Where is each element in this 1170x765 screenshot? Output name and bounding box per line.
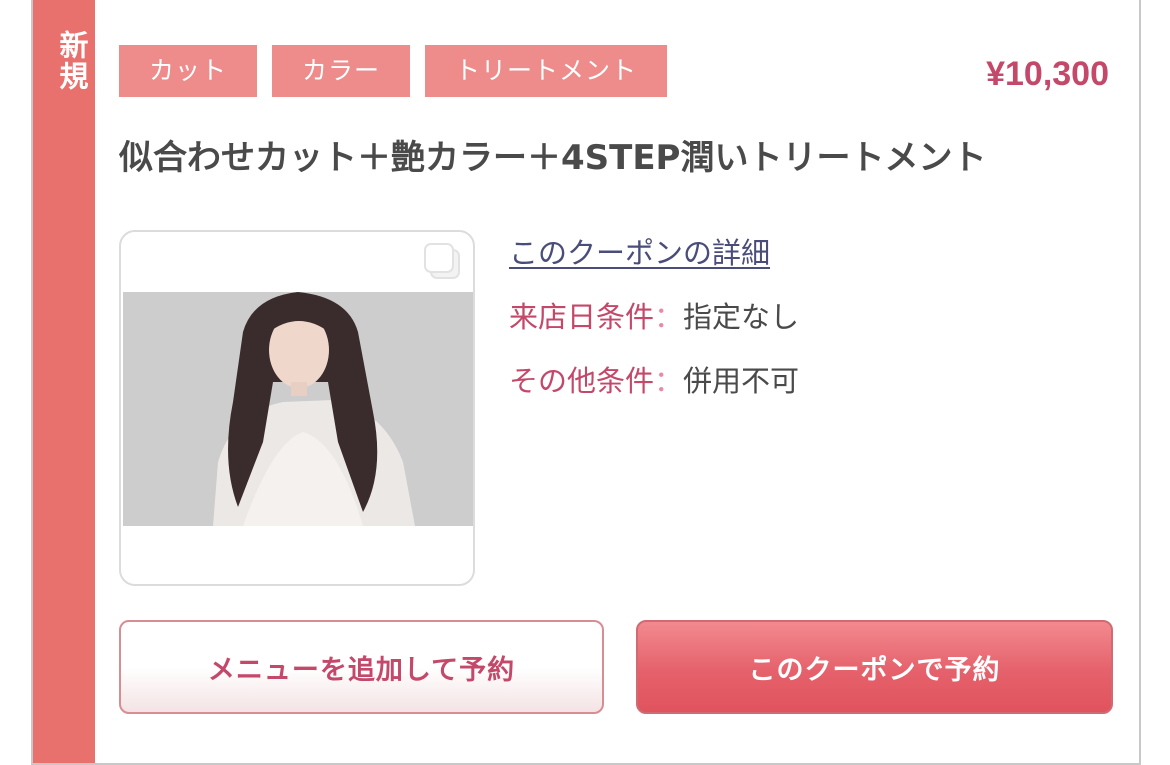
- coupon-title: 似合わせカット＋艶カラー＋4STEP潤いトリートメント: [119, 138, 987, 178]
- hairstyle-photo: [123, 292, 473, 526]
- new-badge-label: 新規: [55, 30, 89, 92]
- condition-separator: ：: [654, 364, 684, 398]
- tag-cut: カット: [119, 45, 258, 97]
- condition-value: 併用不可: [683, 364, 800, 398]
- condition-other: その他条件：併用不可: [509, 358, 799, 400]
- condition-separator: ：: [654, 300, 684, 334]
- coupon-detail-link[interactable]: このクーポンの詳細: [509, 230, 799, 272]
- tag-color: カラー: [272, 45, 411, 97]
- reserve-with-coupon-button[interactable]: このクーポンで予約: [636, 620, 1113, 714]
- condition-label: その他条件: [509, 364, 655, 398]
- coupon-photo[interactable]: [119, 230, 475, 586]
- add-menu-reserve-button[interactable]: メニューを追加して予約: [119, 620, 604, 714]
- condition-visit-date: 来店日条件：指定なし: [509, 294, 799, 336]
- tag-treatment: トリートメント: [425, 45, 668, 97]
- coupon-price: ¥10,300: [986, 55, 1109, 93]
- condition-value: 指定なし: [683, 300, 800, 334]
- coupon-details: このクーポンの詳細 来店日条件：指定なし その他条件：併用不可: [509, 230, 799, 400]
- condition-label: 来店日条件: [509, 300, 655, 334]
- category-tags: カット カラー トリートメント: [119, 45, 668, 97]
- new-badge: 新規: [33, 0, 95, 763]
- coupon-card: 新規 カット カラー トリートメント ¥10,300 似合わせカット＋艶カラー＋…: [31, 0, 1141, 765]
- copy-icon: [421, 238, 465, 282]
